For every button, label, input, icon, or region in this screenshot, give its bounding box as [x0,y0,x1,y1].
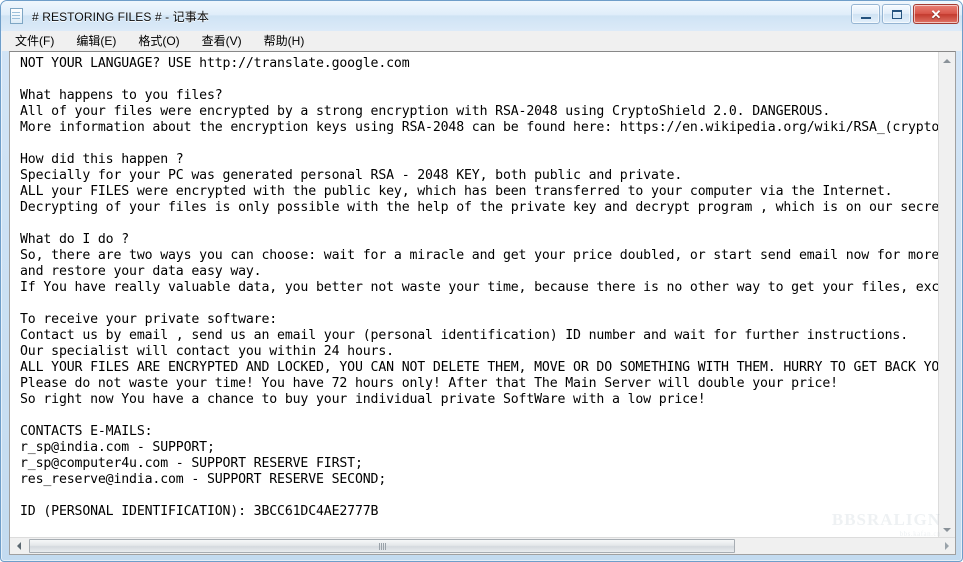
document-line: r_sp@india.com - SUPPORT; [20,440,215,455]
notepad-window: # RESTORING FILES # - 记事本 ✕ 文件(F) 编辑(E) … [0,0,963,562]
document-line: ALL your FILES were encrypted with the p… [20,184,893,199]
document-text: NOT YOUR LANGUAGE? USE http://translate.… [10,52,939,520]
horizontal-scrollbar[interactable] [10,537,955,554]
document-line: Specially for your PC was generated pers… [20,168,683,183]
vertical-scroll-track[interactable] [939,69,955,521]
scroll-right-arrow[interactable] [938,538,955,554]
document-line: ID (PERSONAL IDENTIFICATION): 3BCC61DC4A… [20,504,379,519]
document-line: More information about the encryption ke… [20,120,939,135]
document-line: NOT YOUR LANGUAGE? USE http://translate.… [20,56,410,71]
document-line: All of your files were encrypted by a st… [20,104,831,119]
menu-edit[interactable]: 编辑(E) [72,30,124,52]
document-line: CONTACTS E-MAILS: [20,424,153,439]
close-button[interactable]: ✕ [913,4,959,24]
document-line: Contact us by email , send us an email y… [20,328,909,343]
window-title: # RESTORING FILES # - 记事本 [32,9,209,24]
notepad-document-icon [9,8,25,24]
editor-container: NOT YOUR LANGUAGE? USE http://translate.… [9,51,956,555]
document-line: So right now You have a chance to buy yo… [20,392,706,407]
close-icon: ✕ [930,6,942,22]
document-line: To receive your private software: [20,312,278,327]
minimize-icon [860,14,871,19]
document-line: res_reserve@india.com - SUPPORT RESERVE … [20,472,387,487]
document-line: Our specialist will contact you within 2… [20,344,394,359]
menu-format[interactable]: 格式(O) [134,30,187,52]
maximize-icon [891,9,902,19]
menu-view[interactable]: 查看(V) [198,30,250,52]
caption-button-group: ✕ [851,4,959,24]
menu-file[interactable]: 文件(F) [11,30,62,52]
minimize-button[interactable] [851,4,880,24]
vertical-scrollbar[interactable] [938,52,955,538]
title-bar[interactable]: # RESTORING FILES # - 记事本 ✕ [1,1,962,31]
document-line: If You have really valuable data, you be… [20,280,939,295]
scroll-up-arrow[interactable] [939,52,955,69]
document-line: So, there are two ways you can choose: w… [20,248,939,263]
menu-help[interactable]: 帮助(H) [260,30,313,52]
document-line: What happens to you files? [20,88,223,103]
horizontal-scroll-thumb[interactable] [29,539,735,553]
document-line: Decrypting of your files is only possibl… [20,200,939,215]
text-editing-area[interactable]: NOT YOUR LANGUAGE? USE http://translate.… [10,52,939,538]
scroll-left-arrow[interactable] [10,538,27,554]
scroll-thumb-grip-icon [378,542,386,550]
document-line: How did this happen ? [20,152,184,167]
document-line: ALL YOUR FILES ARE ENCRYPTED AND LOCKED,… [20,360,939,375]
menu-bar: 文件(F) 编辑(E) 格式(O) 查看(V) 帮助(H) [2,30,962,52]
document-line: r_sp@computer4u.com - SUPPORT RESERVE FI… [20,456,363,471]
document-line: Please do not waste your time! You have … [20,376,838,391]
document-line: and restore your data easy way. [20,264,262,279]
maximize-button[interactable] [882,4,911,24]
scroll-down-arrow[interactable] [939,521,955,538]
document-line: What do I do ? [20,232,130,247]
